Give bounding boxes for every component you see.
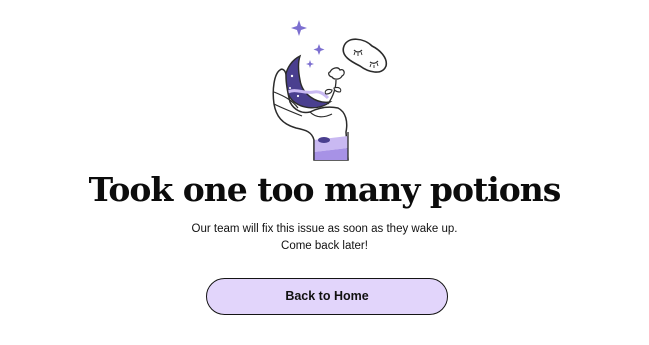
page-title: Took one too many potions — [88, 170, 562, 209]
sleep-mask-icon — [342, 38, 388, 73]
hand-moon-sleep-mask-illustration — [272, 20, 388, 161]
error-message: Our team will fix this issue as soon as … — [0, 221, 649, 255]
error-page: Took one too many potions Our team will … — [0, 0, 649, 345]
flower-icon — [324, 67, 345, 105]
error-message-line: Come back later! — [281, 240, 368, 252]
hand-icon — [272, 68, 349, 161]
back-to-home-button[interactable]: Back to Home — [206, 278, 448, 315]
error-message-line: Our team will fix this issue as soon as … — [191, 223, 458, 235]
